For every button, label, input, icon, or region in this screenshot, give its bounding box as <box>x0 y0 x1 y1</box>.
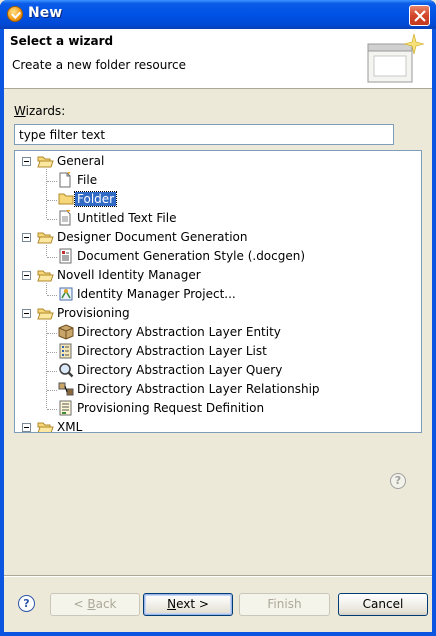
tree-item[interactable]: Document Generation Style (.docgen) <box>15 247 415 266</box>
collapse-icon[interactable] <box>22 233 31 242</box>
tree-item[interactable]: Directory Abstraction Layer Entity <box>15 323 415 342</box>
button-separator <box>4 575 432 577</box>
tree-group[interactable]: Provisioning <box>15 304 415 323</box>
finish-button[interactable]: Finish <box>239 593 330 616</box>
docgen-icon <box>58 248 72 267</box>
file-icon <box>58 171 72 191</box>
tree-group[interactable]: Novell Identity Manager <box>15 266 415 285</box>
tree-item[interactable]: Directory Abstraction Layer List <box>15 342 415 361</box>
tree-item-label: Directory Abstraction Layer List <box>77 344 267 358</box>
tree-item[interactable]: Folder <box>15 190 415 209</box>
help-icon[interactable]: ? <box>390 473 406 489</box>
wizard-header: Select a wizard Create a new folder reso… <box>4 29 432 89</box>
tree-group[interactable]: XML <box>15 418 415 433</box>
dal-entity-icon <box>58 324 74 343</box>
collapse-icon[interactable] <box>22 309 31 318</box>
tree-group-label: General <box>57 154 105 168</box>
collapse-icon[interactable] <box>22 423 31 432</box>
new-wizard-banner-icon <box>367 33 424 83</box>
wizards-label: Wizards: <box>14 104 66 118</box>
folder-icon <box>58 191 74 208</box>
close-icon <box>414 10 426 22</box>
text-file-icon <box>58 209 72 229</box>
tree-item[interactable]: Directory Abstraction Layer Relationship <box>15 380 415 399</box>
tree-item-label: Untitled Text File <box>77 211 177 225</box>
tree-group-label: Novell Identity Manager <box>57 268 201 282</box>
tree-item[interactable]: Untitled Text File <box>15 209 415 228</box>
back-button[interactable]: < Back <box>50 593 140 616</box>
tree-item-label: Provisioning Request Definition <box>77 401 265 415</box>
tree-item-label: Folder <box>73 191 118 207</box>
wizard-tree[interactable]: General File Folder Untitled Text File Desig… <box>14 150 422 433</box>
tree-group[interactable]: Designer Document Generation <box>15 228 415 247</box>
tree-item[interactable]: Directory Abstraction Layer Query <box>15 361 415 380</box>
tree-item-label: Directory Abstraction Layer Entity <box>77 325 281 339</box>
dal-relationship-icon <box>58 381 74 400</box>
window-title: New <box>28 5 63 21</box>
tree-group[interactable]: General <box>15 152 415 171</box>
app-icon <box>7 6 23 22</box>
page-description: Create a new folder resource <box>12 58 187 72</box>
close-button[interactable] <box>409 5 430 26</box>
tree-group-label: XML <box>57 420 83 433</box>
tree-item-label: Directory Abstraction Layer Query <box>77 363 283 377</box>
collapse-icon[interactable] <box>22 271 31 280</box>
next-button[interactable]: Next > <box>143 593 233 616</box>
cancel-button[interactable]: Cancel <box>338 593 428 616</box>
tree-item[interactable]: Provisioning Request Definition <box>15 399 415 418</box>
tree-item[interactable]: File <box>15 171 415 190</box>
dal-list-icon <box>58 343 72 362</box>
filter-input[interactable] <box>14 124 394 145</box>
help-button[interactable]: ? <box>18 595 35 612</box>
tree-item-label: Identity Manager Project... <box>77 287 236 301</box>
new-wizard-window: New Select a wizard Create a new folder … <box>0 0 436 636</box>
title-bar[interactable]: New <box>0 0 436 29</box>
collapse-icon[interactable] <box>22 157 31 166</box>
dialog-client: Select a wizard Create a new folder reso… <box>4 29 432 632</box>
tree-group-label: Designer Document Generation <box>57 230 248 244</box>
tree-item[interactable]: Identity Manager Project... <box>15 285 415 304</box>
tree-item-label: File <box>77 173 98 187</box>
tree-item-label: Directory Abstraction Layer Relationship <box>77 382 320 396</box>
page-title: Select a wizard <box>10 34 114 48</box>
idm-project-icon <box>58 286 74 305</box>
dal-query-icon <box>58 362 74 381</box>
folder-open-icon <box>37 420 54 432</box>
prd-icon <box>58 400 72 419</box>
tree-group-label: Provisioning <box>57 306 130 320</box>
tree-item-label: Document Generation Style (.docgen) <box>77 249 306 263</box>
